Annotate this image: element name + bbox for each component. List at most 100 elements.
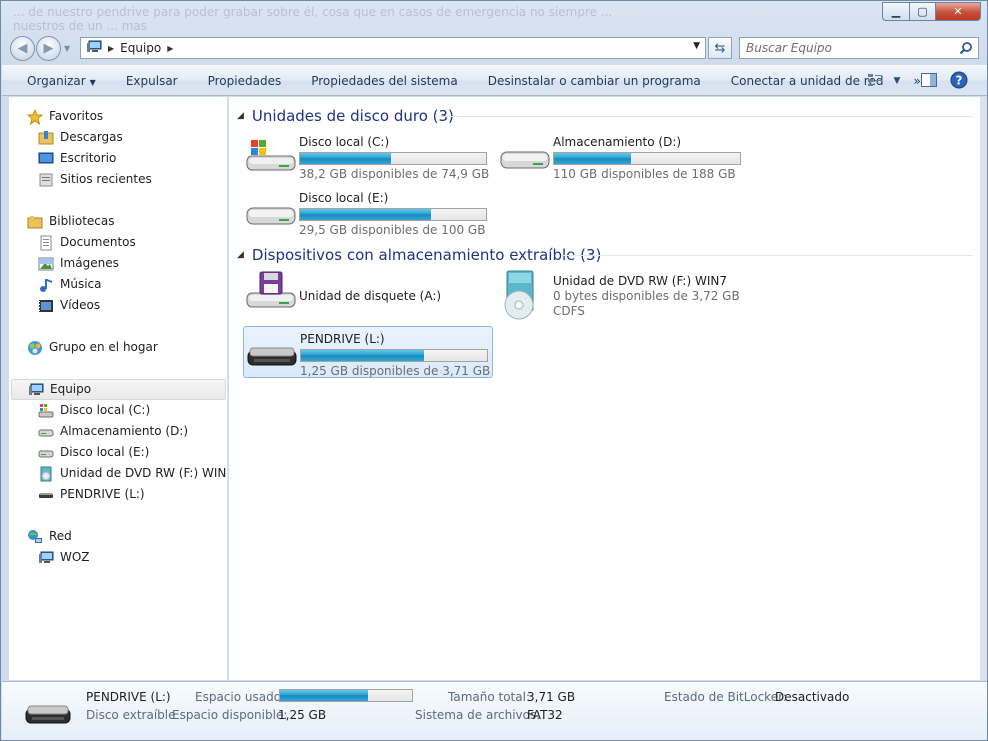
address-bar[interactable]: ▶ Equipo ▶ ▼ (80, 37, 706, 59)
nav-computer[interactable]: Equipo (11, 379, 226, 400)
details-free-value: 1,25 GB (278, 708, 327, 722)
view-dropdown-button[interactable]: ▼ (889, 70, 905, 92)
drive-name: Unidad de DVD RW (F:) WIN7 (553, 274, 727, 288)
nav-label: Disco local (C:) (60, 403, 151, 417)
history-buttons: ◀ ▶ ▼ (10, 36, 70, 61)
drive-tile-e[interactable]: Disco local (E:) 29,5 GB disponibles de … (243, 186, 493, 238)
nav-item-documentos[interactable]: Documentos (38, 232, 136, 253)
organize-button[interactable]: Organizar ▼ (2, 70, 111, 92)
nav-item-musica[interactable]: Música (38, 274, 102, 295)
nav-label: Disco local (E:) (60, 445, 150, 459)
nav-item-descargas[interactable]: Descargas (38, 127, 123, 148)
nav-item-disco-e[interactable]: Disco local (E:) (38, 442, 149, 463)
nav-label: Equipo (50, 382, 92, 396)
nav-item-disco-c[interactable]: Disco local (C:) (38, 400, 150, 421)
maximize-icon: ▢ (917, 5, 928, 18)
explorer-window: ... de nuestro pendrive para poder graba… (0, 0, 988, 741)
removable-drive-icon (24, 699, 72, 730)
drive-free-space: 38,2 GB disponibles de 74,9 GB (299, 167, 490, 181)
recent-places-icon (38, 172, 54, 188)
group-header-hard-disks[interactable]: ◢ Unidades de disco duro (3) (237, 105, 454, 127)
collapse-triangle-icon: ◢ (237, 250, 244, 260)
maximize-button[interactable]: ▢ (909, 2, 935, 21)
minimize-button[interactable]: ▁ (882, 2, 909, 21)
svg-text:?: ? (956, 73, 963, 87)
network-computer-icon (38, 550, 54, 566)
view-controls: ▼ ? (859, 66, 987, 96)
forward-arrow-icon: ▶ (43, 41, 54, 56)
drive-tile-d[interactable]: Almacenamiento (D:) 110 GB disponibles d… (497, 130, 747, 182)
breadcrumb-separator-icon[interactable]: ▶ (108, 44, 114, 53)
breadcrumb-equipo[interactable]: Equipo (120, 41, 161, 55)
forward-button[interactable]: ▶ (36, 36, 61, 61)
view-options-icon (867, 73, 883, 90)
preview-pane-icon (921, 72, 937, 90)
drive-usage-fill (301, 350, 425, 361)
nav-label: WOZ (60, 550, 90, 564)
back-button[interactable]: ◀ (10, 36, 35, 61)
search-box (739, 37, 979, 59)
music-icon (38, 277, 54, 293)
nav-item-woz[interactable]: WOZ (38, 547, 90, 568)
nav-item-dvd-f[interactable]: Unidad de DVD RW (F:) WIN7 (38, 463, 227, 484)
nav-item-videos[interactable]: Vídeos (38, 295, 100, 316)
nav-favorites[interactable]: Favoritos (27, 106, 103, 127)
nav-item-escritorio[interactable]: Escritorio (38, 148, 116, 169)
drive-name: Disco local (C:) (299, 135, 390, 149)
details-bitlocker-label: Estado de BitLocker: (664, 690, 787, 704)
drive-free-space: 110 GB disponibles de 188 GB (553, 167, 736, 181)
help-icon: ? (950, 71, 968, 92)
uninstall-program-button[interactable]: Desinstalar o cambiar un programa (473, 70, 716, 92)
nav-label: Documentos (60, 235, 136, 249)
group-divider (435, 116, 973, 117)
change-view-button[interactable] (861, 70, 889, 92)
drive-usage-bar (553, 152, 741, 165)
caption-buttons: ▁ ▢ ✕ (882, 2, 981, 21)
close-button[interactable]: ✕ (935, 2, 981, 21)
navigation-pane: Favoritos Descargas Escritorio Sitios re… (9, 97, 228, 680)
nav-item-pendrive-l[interactable]: PENDRIVE (L:) (38, 484, 145, 505)
videos-icon (38, 298, 54, 314)
preview-pane-button[interactable] (915, 70, 943, 92)
title-ghost-text: ... de nuestro pendrive para poder graba… (13, 5, 613, 33)
nav-homegroup[interactable]: Grupo en el hogar (27, 337, 158, 358)
system-drive-icon (245, 138, 297, 177)
drive-usage-fill (554, 153, 632, 164)
search-input[interactable] (740, 38, 950, 58)
help-button[interactable]: ? (945, 70, 973, 92)
documents-icon (38, 235, 54, 251)
drive-tile-f[interactable]: Unidad de DVD RW (F:) WIN7 0 bytes dispo… (497, 269, 747, 321)
drive-name: Unidad de disquete (A:) (299, 289, 442, 303)
drive-tile-l[interactable]: PENDRIVE (L:) 1,25 GB disponibles de 3,7… (243, 326, 493, 378)
drive-tile-a[interactable]: Unidad de disquete (A:) (243, 269, 493, 321)
nav-libraries[interactable]: Bibliotecas (27, 211, 114, 232)
nav-item-sitios-recientes[interactable]: Sitios recientes (38, 169, 152, 190)
drive-tile-c[interactable]: Disco local (C:) 38,2 GB disponibles de … (243, 130, 493, 182)
group-header-removable[interactable]: ◢ Dispositivos con almacenamiento extraí… (237, 244, 601, 266)
properties-button[interactable]: Propiedades (193, 70, 297, 92)
desktop-icon (38, 151, 54, 167)
nav-label: Descargas (60, 130, 123, 144)
chevron-down-icon: ▼ (893, 76, 901, 86)
system-properties-button[interactable]: Propiedades del sistema (296, 70, 473, 92)
chevron-down-icon: ▼ (89, 77, 96, 87)
close-icon: ✕ (953, 5, 963, 18)
nav-label: Escritorio (60, 151, 117, 165)
nav-network[interactable]: Red (27, 526, 72, 547)
eject-button[interactable]: Expulsar (111, 70, 193, 92)
nav-item-almacenamiento-d[interactable]: Almacenamiento (D:) (38, 421, 188, 442)
right-edge-bar (980, 97, 987, 680)
homegroup-icon (27, 340, 43, 356)
minimize-icon: ▁ (891, 5, 901, 18)
search-icon[interactable] (959, 41, 973, 58)
back-arrow-icon: ◀ (17, 41, 28, 56)
refresh-button[interactable]: ⇆ (708, 37, 732, 59)
recent-pages-dropdown-icon[interactable]: ▼ (64, 44, 70, 53)
refresh-icon: ⇆ (714, 40, 726, 56)
drive-usage-bar (299, 208, 487, 221)
address-dropdown-icon[interactable]: ▼ (693, 41, 700, 51)
details-drive-type: Disco extraíble (86, 708, 176, 722)
nav-item-imagenes[interactable]: Imágenes (38, 253, 119, 274)
hard-drive-icon (499, 138, 551, 177)
breadcrumb-separator-icon[interactable]: ▶ (167, 44, 173, 53)
